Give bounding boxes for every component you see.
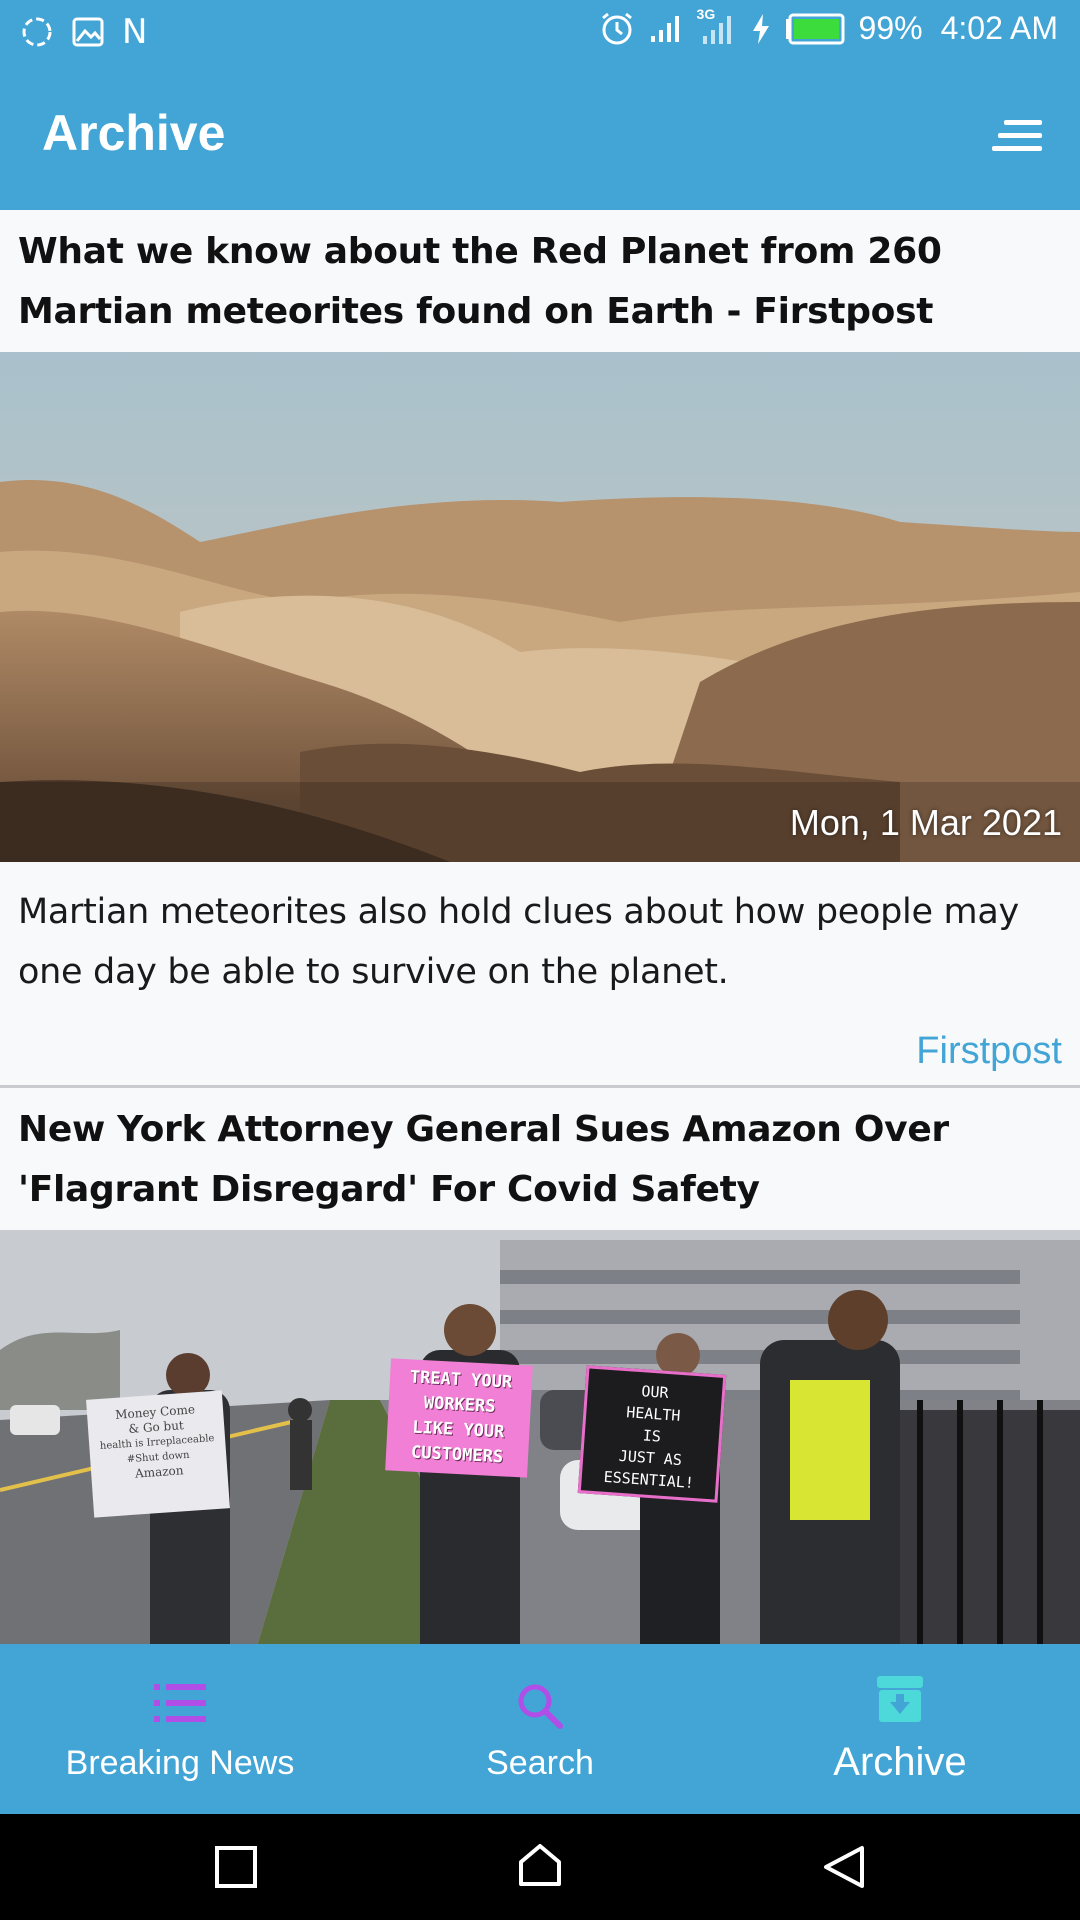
sort-menu-icon[interactable] [992, 116, 1044, 156]
article-title[interactable]: New York Attorney General Sues Amazon Ov… [0, 1088, 1080, 1230]
nav-label: Breaking News [65, 1744, 295, 1782]
article-source[interactable]: Firstpost [0, 1002, 1080, 1085]
status-bar: N 3G 99% 4:02 AM [0, 0, 1080, 64]
article-date: Mon, 1 Mar 2021 [789, 802, 1062, 843]
signal-3g-icon: 3G [697, 6, 737, 46]
article-image[interactable]: Mon, 1 Mar 2021 [0, 352, 1080, 862]
nav-breaking-news[interactable]: Breaking News [30, 1644, 330, 1814]
list-icon [154, 1684, 206, 1722]
home-icon[interactable] [517, 1842, 563, 1888]
status-time: 4:02 AM [940, 10, 1058, 46]
charging-icon [752, 13, 769, 44]
protest-sign: Money Come & Go but health is Irreplacea… [86, 1390, 230, 1518]
image-icon [72, 17, 104, 47]
nav-label: Search [486, 1744, 594, 1782]
alarm-icon [601, 12, 632, 44]
article-image[interactable]: Money Come & Go but health is Irreplacea… [0, 1230, 1080, 1644]
sync-icon [22, 17, 52, 47]
search-icon [518, 1684, 563, 1729]
article-card[interactable]: New York Attorney General Sues Amazon Ov… [0, 1088, 1080, 1644]
archive-icon [877, 1676, 923, 1722]
page-title: Archive [42, 105, 226, 161]
article-list[interactable]: What we know about the Red Planet from 2… [0, 210, 1080, 1644]
signal-icon [650, 15, 679, 42]
app-bar: Archive [0, 64, 1080, 210]
article-card[interactable]: What we know about the Red Planet from 2… [0, 210, 1080, 1085]
system-nav-bar [0, 1814, 1080, 1920]
carrier-letter: N [122, 12, 148, 52]
nav-search[interactable]: Search [390, 1644, 690, 1814]
battery-icon [785, 13, 845, 44]
nav-label: Archive [833, 1740, 967, 1784]
article-description: Martian meteorites also hold clues about… [18, 892, 1019, 992]
bottom-nav: Breaking News Search Archive [0, 1644, 1080, 1814]
nav-archive[interactable]: Archive [750, 1644, 1050, 1814]
recents-icon[interactable] [214, 1845, 258, 1889]
article-title[interactable]: What we know about the Red Planet from 2… [0, 210, 1080, 352]
protest-sign: OUR HEALTH IS JUST AS ESSENTIAL! [577, 1365, 727, 1503]
battery-percent: 99% [858, 10, 923, 46]
back-icon[interactable] [822, 1844, 866, 1890]
protest-sign: TREAT YOUR WORKERS LIKE YOUR CUSTOMERS [385, 1358, 533, 1478]
